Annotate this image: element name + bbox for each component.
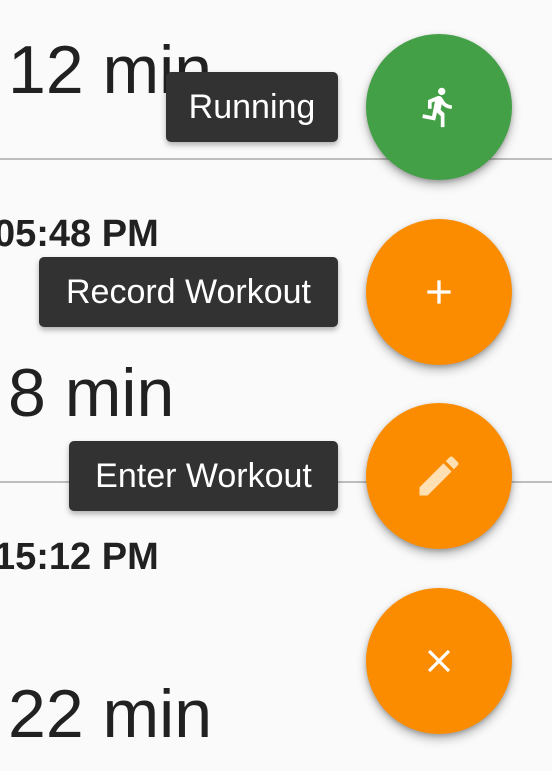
close-icon bbox=[420, 642, 458, 680]
enter-workout-label[interactable]: Enter Workout bbox=[69, 441, 338, 511]
enter-workout-button[interactable] bbox=[366, 403, 512, 549]
entry-time: 05:48 PM bbox=[0, 213, 159, 255]
plus-icon bbox=[419, 272, 459, 312]
entry-duration: 22 min bbox=[8, 676, 213, 752]
running-label[interactable]: Running bbox=[166, 72, 338, 142]
running-icon bbox=[417, 85, 461, 129]
entry-duration: 8 min bbox=[8, 355, 175, 431]
entry-time: 15:12 PM bbox=[0, 536, 159, 578]
close-speed-dial-button[interactable] bbox=[366, 588, 512, 734]
record-workout-button[interactable] bbox=[366, 219, 512, 365]
running-button[interactable] bbox=[366, 34, 512, 180]
pencil-icon bbox=[413, 450, 465, 502]
record-workout-label[interactable]: Record Workout bbox=[39, 257, 338, 327]
